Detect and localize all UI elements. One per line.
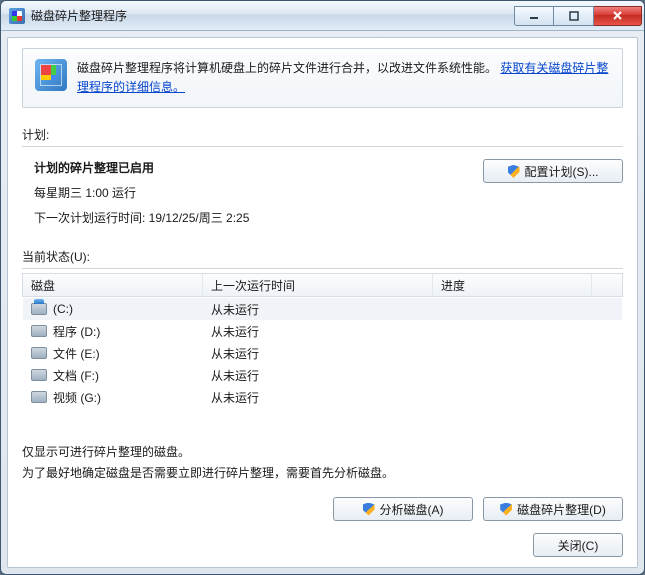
defrag-label: 磁盘碎片整理(D) — [517, 501, 606, 518]
window-controls — [514, 6, 642, 26]
minimize-button[interactable] — [514, 6, 554, 26]
close-row: 关闭(C) — [22, 533, 623, 557]
close-icon — [612, 10, 623, 21]
drive-name: 文件 (E:) — [53, 345, 100, 362]
footer-notes: 仅显示可进行碎片整理的磁盘。 为了最好地确定磁盘是否需要立即进行碎片整理，需要首… — [22, 424, 623, 483]
close-label: 关闭(C) — [558, 537, 599, 554]
cell-disk: 文档 (F:) — [23, 367, 203, 384]
schedule-row: 计划的碎片整理已启用 每星期三 1:00 运行 下一次计划运行时间: 19/12… — [22, 159, 623, 234]
os-drive-icon — [31, 303, 47, 315]
drive-name: 文档 (F:) — [53, 367, 99, 384]
column-progress[interactable]: 进度 — [433, 274, 592, 296]
configure-schedule-button[interactable]: 配置计划(S)... — [483, 159, 623, 183]
drive-name: 程序 (D:) — [53, 323, 100, 340]
window-title: 磁盘碎片整理程序 — [31, 7, 514, 24]
cell-last-run: 从未运行 — [203, 323, 433, 340]
drive-icon — [31, 369, 47, 381]
app-icon — [9, 8, 25, 24]
table-row[interactable]: 视频 (G:) 从未运行 — [23, 386, 622, 408]
configure-schedule-label: 配置计划(S)... — [525, 163, 599, 180]
schedule-frequency: 每星期三 1:00 运行 — [34, 184, 483, 201]
info-banner: 磁盘碎片整理程序将计算机硬盘上的碎片文件进行合并，以改进文件系统性能。 获取有关… — [22, 48, 623, 108]
table-header: 磁盘 上一次运行时间 进度 — [22, 273, 623, 297]
table-row[interactable]: 文件 (E:) 从未运行 — [23, 342, 622, 364]
schedule-info: 计划的碎片整理已启用 每星期三 1:00 运行 下一次计划运行时间: 19/12… — [22, 159, 483, 234]
cell-disk: (C:) — [23, 302, 203, 316]
banner-description: 磁盘碎片整理程序将计算机硬盘上的碎片文件进行合并，以改进文件系统性能。 — [77, 61, 497, 75]
close-button[interactable] — [594, 6, 642, 26]
analyze-label: 分析磁盘(A) — [380, 501, 444, 518]
maximize-button[interactable] — [554, 6, 594, 26]
divider — [22, 268, 623, 269]
cell-last-run: 从未运行 — [203, 367, 433, 384]
cell-last-run: 从未运行 — [203, 301, 433, 318]
table-row[interactable]: 文档 (F:) 从未运行 — [23, 364, 622, 386]
column-spacer — [592, 274, 622, 296]
shield-icon — [500, 503, 512, 516]
window-frame: 磁盘碎片整理程序 磁盘碎片整理程序将计算机硬盘上的碎片文件进行合并，以改进文件系… — [0, 0, 645, 575]
cell-last-run: 从未运行 — [203, 345, 433, 362]
drive-name: 视频 (G:) — [53, 389, 101, 406]
schedule-next-run: 下一次计划运行时间: 19/12/25/周三 2:25 — [34, 209, 483, 226]
disk-table: 磁盘 上一次运行时间 进度 (C:)从未运行程序 (D:)从未运行文件 (E:)… — [22, 273, 623, 409]
close-dialog-button[interactable]: 关闭(C) — [533, 533, 623, 557]
drive-name: (C:) — [53, 302, 73, 316]
banner-text: 磁盘碎片整理程序将计算机硬盘上的碎片文件进行合并，以改进文件系统性能。 获取有关… — [77, 59, 610, 97]
divider — [22, 146, 623, 147]
minimize-icon — [529, 11, 539, 21]
column-disk[interactable]: 磁盘 — [23, 274, 203, 296]
cell-last-run: 从未运行 — [203, 389, 433, 406]
client-area: 磁盘碎片整理程序将计算机硬盘上的碎片文件进行合并，以改进文件系统性能。 获取有关… — [7, 37, 638, 568]
cell-disk: 程序 (D:) — [23, 323, 203, 340]
note-line-2: 为了最好地确定磁盘是否需要立即进行碎片整理，需要首先分析磁盘。 — [22, 463, 623, 483]
defragment-disk-button[interactable]: 磁盘碎片整理(D) — [483, 497, 623, 521]
table-row[interactable]: 程序 (D:) 从未运行 — [23, 320, 622, 342]
drive-icon — [31, 391, 47, 403]
drive-icon — [31, 325, 47, 337]
table-row[interactable]: (C:) 从未运行 — [23, 298, 622, 320]
drive-icon — [31, 347, 47, 359]
defrag-icon — [35, 59, 67, 91]
table-body: (C:)从未运行程序 (D:)从未运行文件 (E:)从未运行文档 (F:)从未运… — [22, 297, 623, 409]
note-line-1: 仅显示可进行碎片整理的磁盘。 — [22, 442, 623, 462]
schedule-title: 计划的碎片整理已启用 — [34, 159, 483, 176]
maximize-icon — [569, 11, 579, 21]
analyze-disk-button[interactable]: 分析磁盘(A) — [333, 497, 473, 521]
titlebar[interactable]: 磁盘碎片整理程序 — [1, 1, 644, 31]
cell-disk: 文件 (E:) — [23, 345, 203, 362]
column-last-run[interactable]: 上一次运行时间 — [203, 274, 433, 296]
status-section-label: 当前状态(U): — [22, 248, 623, 265]
shield-icon — [508, 165, 520, 178]
shield-icon — [363, 503, 375, 516]
action-buttons: 分析磁盘(A) 磁盘碎片整理(D) — [22, 497, 623, 521]
cell-disk: 视频 (G:) — [23, 389, 203, 406]
schedule-section-label: 计划: — [22, 126, 623, 143]
